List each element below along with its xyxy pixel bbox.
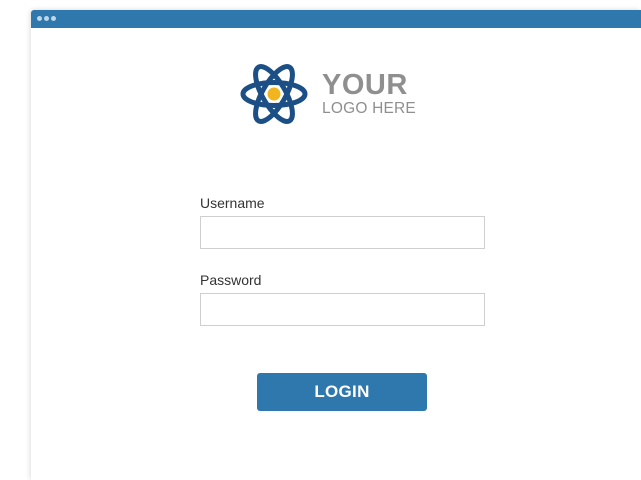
username-input[interactable] bbox=[200, 216, 485, 249]
window-controls bbox=[37, 16, 56, 21]
atom-icon bbox=[240, 64, 308, 124]
logo-title: YOUR bbox=[322, 69, 408, 101]
screenshot-stage: YOUR LOGO HERE Username Password LOGIN bbox=[0, 0, 641, 480]
login-button[interactable]: LOGIN bbox=[257, 373, 427, 411]
username-label: Username bbox=[200, 195, 265, 211]
password-label: Password bbox=[200, 272, 262, 288]
logo-text: YOUR LOGO HERE bbox=[322, 71, 416, 118]
window-titlebar bbox=[31, 10, 641, 28]
browser-window: YOUR LOGO HERE Username Password LOGIN bbox=[31, 10, 641, 480]
logo: YOUR LOGO HERE bbox=[239, 57, 469, 135]
password-input[interactable] bbox=[200, 293, 485, 326]
window-control-dot[interactable] bbox=[44, 16, 49, 21]
window-control-dot[interactable] bbox=[51, 16, 56, 21]
window-control-dot[interactable] bbox=[37, 16, 42, 21]
logo-subtitle: LOGO HERE bbox=[322, 100, 416, 117]
